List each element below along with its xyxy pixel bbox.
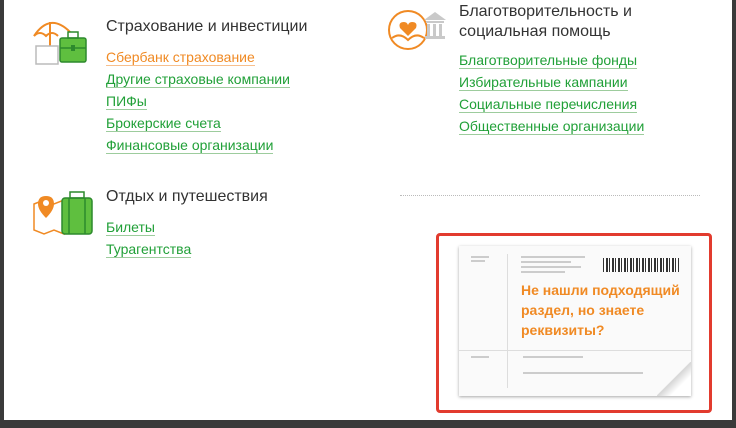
link-charity-funds[interactable]: Благотворительные фонды	[459, 52, 638, 69]
promo-line-3: реквизиты?	[521, 322, 605, 338]
insurance-links: Сбербанк страхование Другие страховые ко…	[106, 46, 290, 156]
list-item: Финансовые организации	[106, 134, 290, 156]
map-suitcase-icon	[32, 190, 94, 238]
link-election-campaigns[interactable]: Избирательные кампании	[459, 74, 628, 91]
page-curl	[657, 362, 691, 396]
barcode-icon	[603, 258, 679, 272]
section-title-charity-line1: Благотворительность и	[459, 3, 632, 20]
promo-line-1: Не нашли подходящий	[521, 282, 680, 298]
list-item: Благотворительные фонды	[459, 49, 644, 71]
list-item: Избирательные кампании	[459, 71, 644, 93]
bank-heart-icon	[384, 6, 446, 52]
link-sberbank-insurance[interactable]: Сбербанк страхование	[106, 49, 255, 66]
section-title-charity-line2: социальная помощь	[459, 23, 611, 40]
list-item: Билеты	[106, 216, 191, 238]
umbrella-briefcase-icon	[30, 10, 90, 70]
requisites-promo-card[interactable]: Не нашли подходящий раздел, но знаете ре…	[436, 233, 712, 413]
link-brokerage[interactable]: Брокерские счета	[106, 115, 221, 132]
list-item: Брокерские счета	[106, 112, 290, 134]
section-title-insurance: Страхование и инвестиции	[106, 18, 308, 35]
payment-categories-panel: Страхование и инвестиции Сбербанк страхо…	[0, 0, 736, 424]
link-other-insurance[interactable]: Другие страховые компании	[106, 71, 290, 88]
link-tickets[interactable]: Билеты	[106, 219, 155, 236]
link-social-transfers[interactable]: Социальные перечисления	[459, 96, 638, 113]
list-item: Сбербанк страхование	[106, 46, 290, 68]
list-item: Турагентства	[106, 238, 192, 260]
list-item: Другие страховые компании	[106, 68, 290, 90]
promo-line-2: раздел, но знаете	[521, 302, 645, 318]
charity-links: Благотворительные фонды Избирательные ка…	[459, 49, 645, 137]
list-item: Общественные организации	[459, 115, 645, 137]
link-financial-orgs[interactable]: Финансовые организации	[106, 137, 274, 154]
list-item: Социальные перечисления	[459, 93, 644, 115]
link-pif[interactable]: ПИФы	[106, 93, 147, 110]
link-public-orgs[interactable]: Общественные организации	[459, 118, 645, 135]
section-title-travel: Отдых и путешествия	[106, 188, 268, 205]
promo-text[interactable]: Не нашли подходящий раздел, но знаете ре…	[521, 280, 681, 340]
travel-links: Билеты Турагентства	[106, 216, 192, 260]
divider	[400, 195, 700, 196]
link-travel-agencies[interactable]: Турагентства	[106, 241, 192, 258]
list-item: ПИФы	[106, 90, 290, 112]
